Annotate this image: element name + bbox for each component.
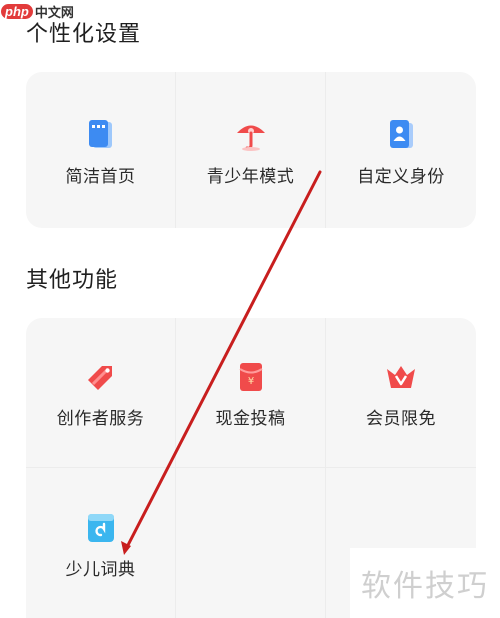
teen-mode-label: 青少年模式 xyxy=(206,166,295,187)
document-icon xyxy=(88,119,112,148)
empty-cell xyxy=(176,468,326,618)
crown-icon xyxy=(387,366,415,388)
cash-submission-label: 现金投稿 xyxy=(215,409,286,429)
dictionary-icon xyxy=(87,513,114,542)
creator-service-label: 创作者服务 xyxy=(56,409,145,429)
simple-homepage-label: 简洁首页 xyxy=(65,166,136,187)
custom-identity-item[interactable]: 自定义身份 xyxy=(326,72,476,228)
simple-homepage-item[interactable]: 简洁首页 xyxy=(26,72,176,228)
kids-dictionary-item[interactable]: 少儿词典 xyxy=(26,468,176,618)
member-free-label: 会员限免 xyxy=(366,409,436,429)
watermark-text: 软件技巧 xyxy=(361,569,489,604)
personalization-card: 简洁首页 青少年模式 自定义身份 xyxy=(26,72,476,228)
cash-submission-item[interactable]: ¥ 现金投稿 xyxy=(176,318,326,468)
custom-identity-label: 自定义身份 xyxy=(357,166,445,187)
kids-dictionary-label: 少儿词典 xyxy=(65,559,136,580)
tag-icon xyxy=(87,366,112,390)
id-card-icon xyxy=(390,119,413,148)
other-features-section-title: 其他功能 xyxy=(26,268,119,293)
umbrella-icon xyxy=(236,125,265,151)
member-free-item[interactable]: 会员限免 xyxy=(326,318,476,468)
personalization-section-title: 个性化设置 xyxy=(26,22,142,47)
watermark: 软件技巧 xyxy=(350,548,500,618)
teen-mode-item[interactable]: 青少年模式 xyxy=(176,72,326,228)
red-envelope-icon: ¥ xyxy=(238,363,263,391)
creator-service-item[interactable]: 创作者服务 xyxy=(26,318,176,468)
svg-text:¥: ¥ xyxy=(247,376,253,387)
